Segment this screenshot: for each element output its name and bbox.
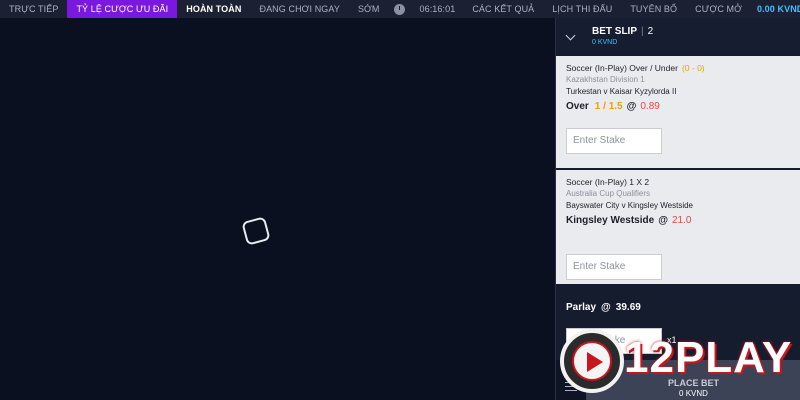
bet-odds: 21.0 — [671, 215, 692, 226]
bet-card-1: Soccer (In-Play) Over / Under (0 - 0) Kaz… — [556, 56, 800, 168]
nav-item-open-bets[interactable]: CƯỢC MỞ — [686, 0, 751, 18]
main-content-area — [0, 18, 555, 400]
chevron-down-icon[interactable] — [565, 30, 576, 41]
bet-slip-count: 2 — [647, 26, 654, 37]
play-badge — [572, 341, 612, 381]
nav-item-promo-odds[interactable]: TỶ LỆ CƯỢC ƯU ĐÃI — [67, 0, 178, 18]
bet-slip-balance: 0 KVND — [592, 39, 618, 46]
bet-league: Australia Cup Qualifiers — [566, 189, 651, 198]
nav-item-full[interactable]: HOÀN TOÀN — [177, 0, 250, 18]
brand-logo-watermark: 12PLAY — [560, 320, 800, 400]
bet-pick-name: Kingsley Westside — [566, 215, 655, 226]
bet-slip-title-text: BET SLIP — [592, 26, 638, 37]
bet-market: Soccer (In-Play) Over / Under (0 - 0) — [566, 63, 705, 73]
bet-pick-name: Over — [566, 101, 589, 112]
poker-chip-icon — [560, 329, 624, 393]
nav-time: 06:16:01 — [419, 4, 456, 14]
bet-match: Bayswater City v Kingsley Westside — [566, 201, 694, 210]
brand-logo-text: 12PLAY — [624, 333, 793, 382]
nav-clock — [388, 0, 407, 18]
loading-spinner-icon — [241, 216, 271, 246]
nav-balance: 0.00 KVND — [756, 4, 800, 14]
bet-slip-header[interactable]: BET SLIP | 2 0 KVND — [556, 18, 800, 54]
clock-icon — [394, 3, 406, 15]
bet-handicap: 1 / 1.5 — [594, 101, 623, 112]
stake-input[interactable]: Enter Stake — [566, 254, 662, 280]
bet-match: Turkestan v Kaisar Kyzylorda II — [566, 87, 677, 96]
bet-at: @ — [658, 215, 668, 226]
stake-input[interactable]: Enter Stake — [566, 128, 662, 154]
bet-at: @ — [626, 101, 637, 112]
play-icon — [587, 352, 603, 372]
bet-market: Soccer (In-Play) 1 X 2 — [566, 177, 650, 187]
nav-item-early[interactable]: SỚM — [349, 0, 389, 18]
bet-card-2: Soccer (In-Play) 1 X 2 Australia Cup Qua… — [556, 170, 800, 284]
bet-score: (0 - 0) — [681, 63, 705, 73]
parlay-odds: 39.69 — [615, 302, 641, 313]
parlay-label: Parlay @39.69 — [566, 302, 641, 313]
bet-pick: Kingsley Westside @21.0 — [566, 215, 691, 226]
nav-item-schedule[interactable]: LỊCH THI ĐẤU — [543, 0, 621, 18]
nav-item-playing-now[interactable]: ĐANG CHƠI NGAY — [250, 0, 348, 18]
top-navigation: TRỰC TIẾP TỶ LỆ CƯỢC ƯU ĐÃI HOÀN TOÀN ĐA… — [0, 0, 800, 18]
bet-pick: Over 1 / 1.5 @0.89 — [566, 101, 660, 112]
bet-league: Kazakhstan Division 1 — [566, 75, 645, 84]
nav-item-announcements[interactable]: TUYÊN BỐ — [621, 0, 686, 18]
parlay-at: @ — [601, 302, 611, 313]
bet-slip-title: BET SLIP | 2 — [592, 26, 653, 37]
parlay-label-text: Parlay — [566, 302, 597, 313]
nav-item-live[interactable]: TRỰC TIẾP — [0, 0, 67, 18]
bet-odds: 0.89 — [640, 101, 660, 112]
bet-slip-separator: | — [641, 26, 644, 37]
bet-market-text: Soccer (In-Play) Over / Under — [566, 63, 678, 73]
nav-item-results[interactable]: CÁC KẾT QUẢ — [463, 0, 543, 18]
